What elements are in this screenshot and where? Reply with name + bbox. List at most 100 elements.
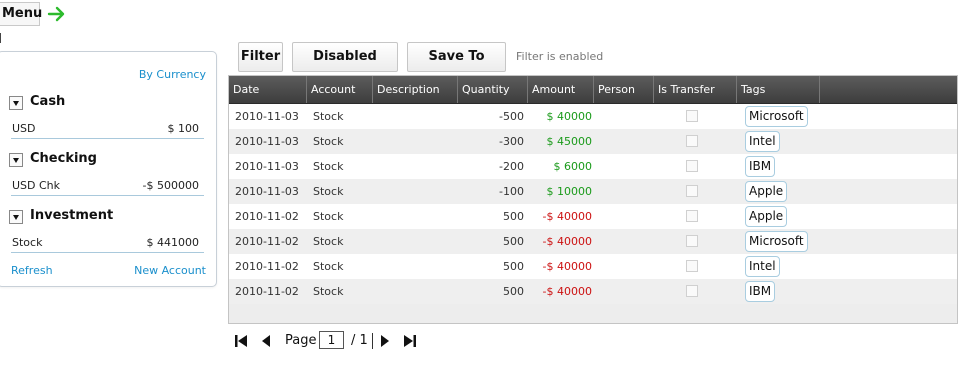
collapse-triangle-icon[interactable] <box>9 153 23 167</box>
next-page-icon[interactable] <box>378 333 392 349</box>
table-row[interactable]: 2010-11-02 Stock 500 -$ 40000 Intel <box>229 254 957 279</box>
tag-chip[interactable]: Apple <box>745 181 788 202</box>
group-cash[interactable]: Cash <box>9 93 209 113</box>
cell-description[interactable] <box>377 229 457 254</box>
cell-amount[interactable]: $ 40000 <box>528 104 593 129</box>
is-transfer-checkbox[interactable] <box>686 285 698 297</box>
save-to-excel-button[interactable]: Save To Excel <box>407 42 506 92</box>
is-transfer-checkbox[interactable] <box>686 185 698 197</box>
cell-quantity[interactable]: -100 <box>458 179 524 204</box>
cell-account[interactable]: Stock <box>313 279 373 304</box>
arrow-right-icon[interactable] <box>47 4 67 24</box>
column-header-person[interactable]: Person <box>594 76 654 103</box>
table-row[interactable]: 2010-11-02 Stock 500 -$ 40000 Apple <box>229 204 957 229</box>
tag-chip[interactable]: Apple <box>745 206 788 227</box>
prev-page-icon[interactable] <box>259 333 273 349</box>
cell-amount[interactable]: -$ 40000 <box>528 229 592 254</box>
cell-date[interactable]: 2010-11-02 <box>235 204 305 229</box>
cell-account[interactable]: Stock <box>313 104 373 129</box>
is-transfer-checkbox[interactable] <box>686 160 698 172</box>
cell-description[interactable] <box>377 104 457 129</box>
column-header-quantity[interactable]: Quantity <box>458 76 528 103</box>
cell-date[interactable]: 2010-11-02 <box>235 279 305 304</box>
cell-account[interactable]: Stock <box>313 204 373 229</box>
column-header-tags[interactable]: Tags <box>737 76 820 103</box>
cell-date[interactable]: 2010-11-03 <box>235 129 305 154</box>
cell-person[interactable] <box>598 229 654 254</box>
table-row[interactable]: 2010-11-03 Stock -100 $ 10000 Apple <box>229 179 957 204</box>
account-row-usd[interactable]: USD $ 100 <box>11 120 204 139</box>
column-header-is-transfer[interactable]: Is Transfer <box>654 76 737 103</box>
cell-amount[interactable]: -$ 40000 <box>528 204 592 229</box>
cell-person[interactable] <box>598 129 654 154</box>
last-page-icon[interactable] <box>402 333 418 349</box>
refresh-link[interactable]: Refresh <box>11 264 53 277</box>
cell-description[interactable] <box>377 154 457 179</box>
collapse-triangle-icon[interactable] <box>9 210 23 224</box>
cell-amount[interactable]: $ 10000 <box>528 179 593 204</box>
column-header-date[interactable]: Date <box>229 76 307 103</box>
filter-button[interactable]: Filter <box>238 42 283 72</box>
cell-account[interactable]: Stock <box>313 129 373 154</box>
group-investment[interactable]: Investment <box>9 207 209 227</box>
table-row[interactable]: 2010-11-03 Stock -500 $ 40000 Microsoft <box>229 104 957 129</box>
cell-quantity[interactable]: -300 <box>458 129 524 154</box>
cell-quantity[interactable]: 500 <box>458 204 524 229</box>
is-transfer-checkbox[interactable] <box>686 135 698 147</box>
account-row-stock[interactable]: Stock $ 441000 <box>11 234 204 253</box>
cell-person[interactable] <box>598 279 654 304</box>
cell-quantity[interactable]: 500 <box>458 229 524 254</box>
cell-date[interactable]: 2010-11-03 <box>235 104 305 129</box>
cell-amount[interactable]: -$ 40000 <box>528 254 592 279</box>
tag-chip[interactable]: IBM <box>745 156 776 177</box>
cell-quantity[interactable]: -500 <box>458 104 524 129</box>
is-transfer-checkbox[interactable] <box>686 210 698 222</box>
tag-chip[interactable]: IBM <box>745 281 776 302</box>
cell-person[interactable] <box>598 104 654 129</box>
cell-person[interactable] <box>598 154 654 179</box>
cell-account[interactable]: Stock <box>313 254 373 279</box>
table-row[interactable]: 2010-11-03 Stock -300 $ 45000 Intel <box>229 129 957 154</box>
cell-description[interactable] <box>377 129 457 154</box>
table-row[interactable]: 2010-11-02 Stock 500 -$ 40000 IBM <box>229 279 957 304</box>
group-checking[interactable]: Checking <box>9 150 209 170</box>
is-transfer-checkbox[interactable] <box>686 260 698 272</box>
cell-description[interactable] <box>377 179 457 204</box>
tag-chip[interactable]: Microsoft <box>745 106 808 127</box>
cell-date[interactable]: 2010-11-03 <box>235 179 305 204</box>
new-account-link[interactable]: New Account <box>134 264 206 277</box>
tag-chip[interactable]: Intel <box>745 256 780 277</box>
cell-person[interactable] <box>598 179 654 204</box>
column-header-account[interactable]: Account <box>307 76 373 103</box>
table-row[interactable]: 2010-11-03 Stock -200 $ 6000 IBM <box>229 154 957 179</box>
cell-quantity[interactable]: -200 <box>458 154 524 179</box>
tag-chip[interactable]: Intel <box>745 131 780 152</box>
cell-account[interactable]: Stock <box>313 179 373 204</box>
disabled-filter-button[interactable]: Disabled Filter <box>292 42 398 92</box>
table-row[interactable]: 2010-11-02 Stock 500 -$ 40000 Microsoft <box>229 229 957 254</box>
cell-date[interactable]: 2010-11-03 <box>235 154 305 179</box>
cell-amount[interactable]: $ 45000 <box>528 129 593 154</box>
cell-person[interactable] <box>598 204 654 229</box>
cell-account[interactable]: Stock <box>313 229 373 254</box>
is-transfer-checkbox[interactable] <box>686 110 698 122</box>
cell-date[interactable]: 2010-11-02 <box>235 229 305 254</box>
cell-account[interactable]: Stock <box>313 154 373 179</box>
is-transfer-checkbox[interactable] <box>686 235 698 247</box>
first-page-icon[interactable] <box>233 333 249 349</box>
cell-quantity[interactable]: 500 <box>458 279 524 304</box>
collapse-triangle-icon[interactable] <box>9 96 23 110</box>
cell-description[interactable] <box>377 279 457 304</box>
cell-amount[interactable]: $ 6000 <box>528 154 593 179</box>
cell-person[interactable] <box>598 254 654 279</box>
tag-chip[interactable]: Microsoft <box>745 231 808 252</box>
cell-quantity[interactable]: 500 <box>458 254 524 279</box>
cell-amount[interactable]: -$ 40000 <box>528 279 592 304</box>
cell-description[interactable] <box>377 204 457 229</box>
page-number-input[interactable]: 1 <box>319 331 344 349</box>
by-currency-link[interactable]: By Currency <box>139 68 206 81</box>
column-header-description[interactable]: Description <box>373 76 458 103</box>
menu-button[interactable]: Menu <box>0 2 42 26</box>
cell-description[interactable] <box>377 254 457 279</box>
column-header-amount[interactable]: Amount <box>528 76 594 103</box>
